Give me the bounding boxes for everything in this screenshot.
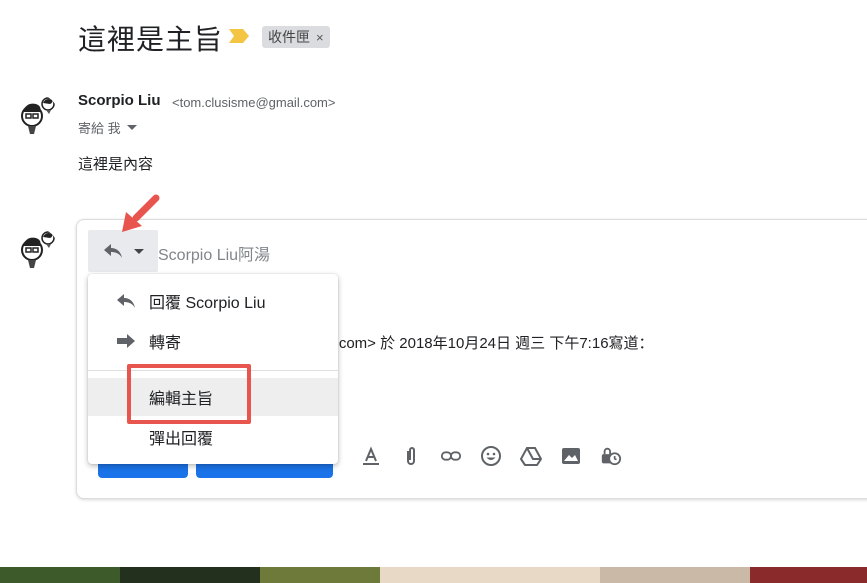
label-chip-text: 收件匣	[268, 29, 310, 45]
label-chip-inbox[interactable]: 收件匣 ×	[262, 26, 330, 48]
menu-item-label: 轉寄	[149, 335, 182, 352]
reply-avatar	[16, 228, 58, 270]
sender-email: <tom.clusisme@gmail.com>	[172, 95, 336, 110]
photo-icon[interactable]	[560, 445, 582, 467]
link-icon[interactable]	[440, 445, 462, 467]
menu-item-forward[interactable]: 轉寄	[88, 322, 338, 360]
confidential-icon[interactable]	[600, 445, 622, 467]
email-body: 這裡是內容	[78, 156, 154, 173]
photo-strip	[0, 567, 867, 583]
reply-icon	[114, 291, 138, 311]
reply-recipient[interactable]: Scorpio Liu阿湯	[158, 241, 270, 265]
emoji-icon[interactable]	[480, 445, 502, 467]
menu-item-label: 回覆 Scorpio Liu	[149, 295, 266, 312]
sender-name: Scorpio Liu	[78, 92, 161, 109]
compose-toolbar	[360, 440, 622, 472]
annotation-arrow-icon	[122, 194, 160, 232]
menu-item-label: 彈出回覆	[149, 431, 214, 448]
forward-icon	[114, 331, 138, 351]
importance-marker-icon[interactable]	[228, 28, 250, 44]
menu-item-reply[interactable]: 回覆 Scorpio Liu	[88, 282, 338, 320]
attach-icon[interactable]	[400, 445, 422, 467]
text-format-icon[interactable]	[360, 445, 382, 467]
chevron-down-icon	[134, 248, 144, 254]
sender-avatar	[16, 94, 58, 136]
chevron-down-icon[interactable]	[126, 125, 137, 130]
drive-icon[interactable]	[520, 445, 542, 467]
email-subject: 這裡是主旨	[78, 24, 224, 55]
to-line-text: 寄給 我	[78, 121, 121, 136]
quoted-header: il.com> 於 2018年10月24日 週三 下午7:16寫道：	[328, 335, 654, 352]
recipient-details[interactable]: 寄給 我	[78, 118, 137, 137]
annotation-highlight-box	[127, 364, 251, 424]
label-remove-icon[interactable]: ×	[316, 30, 324, 45]
reply-icon	[104, 244, 122, 258]
